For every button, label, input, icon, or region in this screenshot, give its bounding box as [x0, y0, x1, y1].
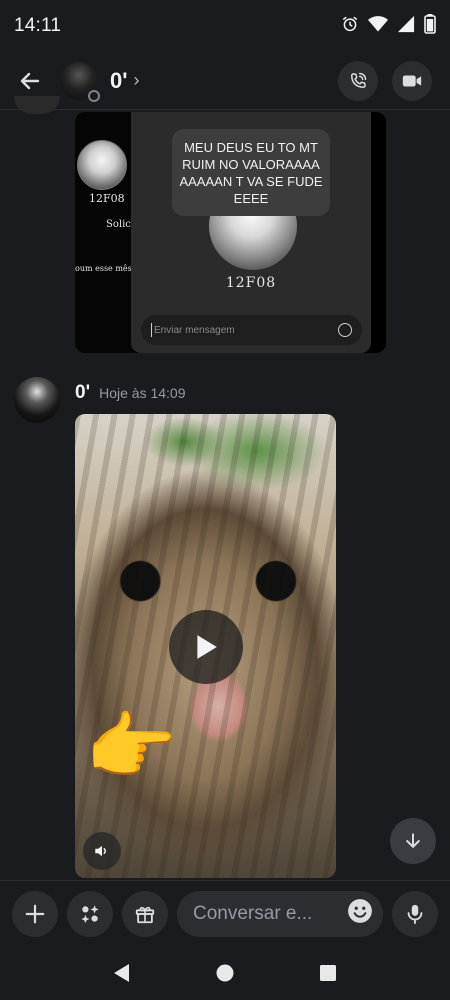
speaker-icon — [95, 845, 106, 857]
text-caret — [151, 323, 152, 337]
arrow-left-icon — [20, 72, 40, 89]
circle-home-icon — [216, 964, 234, 982]
alarm-icon — [341, 15, 359, 38]
avatar[interactable] — [14, 96, 60, 114]
message-bubble: MEU DEUS EU TO MT RUIM NO VALORAAAAAAAAA… — [172, 129, 330, 216]
message-input-container — [177, 890, 383, 937]
nav-home-button[interactable] — [210, 958, 240, 988]
video-attachment[interactable]: 👉 — [75, 414, 336, 878]
apps-button[interactable] — [67, 890, 113, 937]
message-input[interactable] — [193, 902, 347, 925]
nav-back-button[interactable] — [107, 958, 137, 988]
arrow-down-icon — [406, 833, 420, 848]
screenshot-background-profile: 12F08 Solicit oum esse mês — [75, 112, 138, 353]
chevron-right-icon[interactable]: › — [133, 70, 139, 91]
screenshot-message-input: Enviar mensagem — [141, 315, 362, 345]
nav-recents-button[interactable] — [313, 958, 343, 988]
message-composer — [0, 880, 450, 946]
message-header: 0' Hoje às 14:09 — [75, 382, 186, 404]
sparkle-apps-icon — [81, 904, 99, 923]
battery-icon — [424, 13, 436, 39]
play-button[interactable] — [169, 610, 243, 684]
voice-call-button[interactable] — [338, 60, 378, 101]
message-timestamp: Hoje às 14:09 — [99, 385, 186, 401]
plus-icon — [25, 904, 45, 923]
emoji-icon — [338, 323, 352, 337]
screenshot-attachment[interactable]: 12F08 Solicit oum esse mês MEU DEUS EU T… — [75, 112, 386, 353]
voice-message-button[interactable] — [392, 890, 438, 937]
video-call-icon — [402, 75, 422, 86]
emoji-picker-icon[interactable] — [347, 898, 373, 929]
mini-avatar — [77, 140, 127, 190]
chat-header: 0' › — [0, 52, 450, 110]
mini-label-esse-mes: oum esse mês — [75, 264, 132, 273]
system-nav-bar — [0, 946, 450, 1000]
message-author[interactable]: 0' — [75, 382, 90, 404]
gift-button[interactable] — [122, 890, 168, 937]
play-icon — [197, 635, 217, 659]
status-icons — [341, 13, 436, 39]
square-recents-icon — [320, 965, 337, 981]
status-time: 14:11 — [14, 15, 62, 36]
attach-button[interactable] — [12, 890, 58, 937]
pointing-emoji: 👉 — [85, 705, 178, 788]
status-bar: 14:11 — [0, 0, 450, 52]
screenshot-reply-panel: MEU DEUS EU TO MT RUIM NO VALORAAAAAAAAA… — [131, 112, 371, 353]
triangle-back-icon — [113, 964, 129, 982]
author-avatar[interactable] — [14, 377, 60, 423]
mini-username: 12F08 — [89, 192, 125, 205]
signal-icon — [397, 15, 415, 38]
header-username[interactable]: 0' — [110, 68, 127, 94]
video-call-button[interactable] — [392, 60, 432, 101]
wifi-icon — [368, 15, 388, 38]
screenshot-input-placeholder: Enviar mensagem — [154, 324, 235, 336]
volume-button[interactable] — [83, 832, 121, 870]
header-actions — [338, 60, 450, 101]
offline-status-icon — [87, 88, 101, 103]
header-avatar[interactable] — [60, 61, 101, 103]
voice-call-icon — [351, 72, 367, 88]
microphone-icon — [407, 904, 423, 924]
jump-to-bottom-button[interactable] — [390, 818, 436, 864]
profile-username: 12F08 — [225, 275, 277, 291]
gift-icon — [135, 906, 155, 923]
